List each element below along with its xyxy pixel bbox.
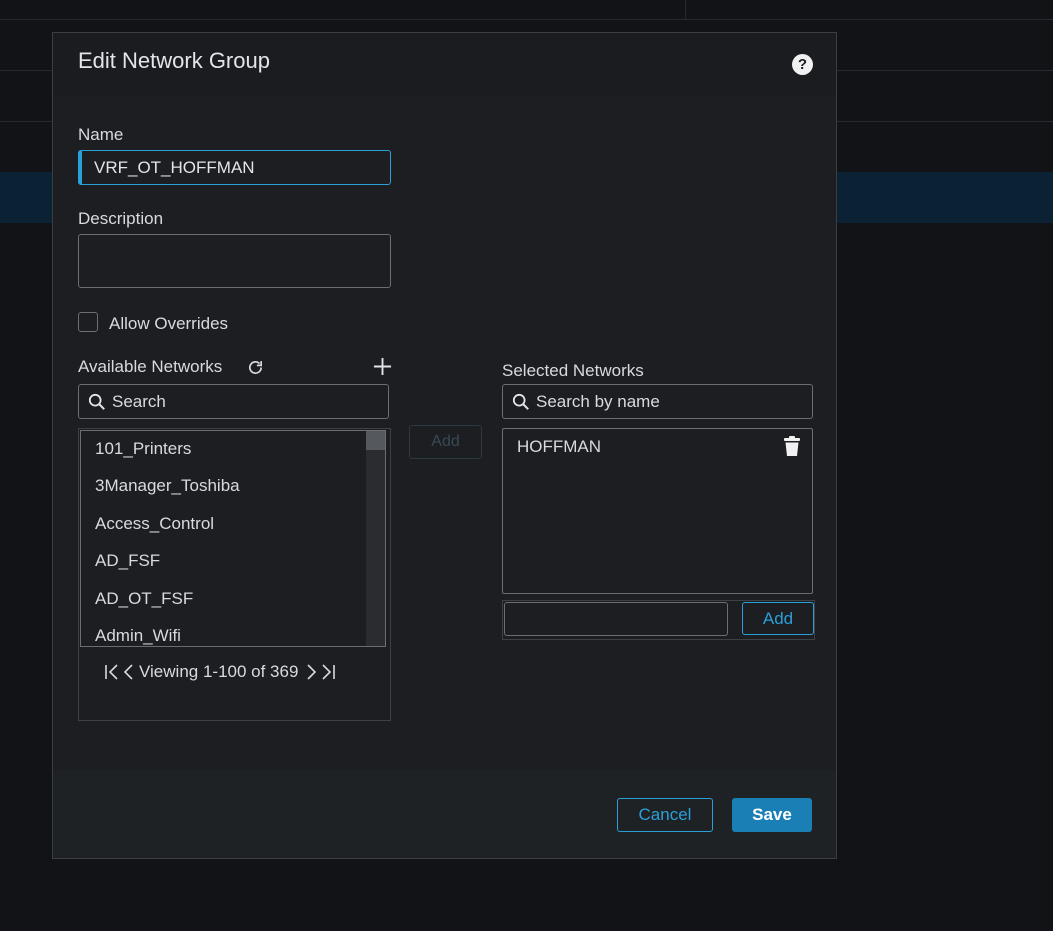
list-item[interactable]: AD_FSF	[95, 551, 160, 571]
dialog-footer: Cancel Save	[53, 770, 836, 858]
next-page-icon[interactable]	[304, 662, 318, 682]
search-icon	[88, 393, 105, 410]
last-page-icon[interactable]	[318, 662, 336, 682]
refresh-icon[interactable]	[245, 357, 265, 377]
selected-networks-label: Selected Networks	[502, 361, 644, 380]
available-networks-list: 101_Printers 3Manager_Toshiba Access_Con…	[80, 430, 386, 647]
selected-networks-search[interactable]	[502, 384, 813, 419]
available-networks-search[interactable]	[78, 384, 389, 419]
scrollbar-thumb[interactable]	[366, 431, 385, 450]
selected-networks-list: HOFFMAN	[502, 428, 813, 594]
help-icon[interactable]: ?	[792, 54, 813, 75]
name-label: Name	[78, 125, 124, 144]
available-networks-label: Available Networks	[78, 357, 223, 376]
allow-overrides-checkbox[interactable]	[78, 312, 98, 332]
pagination: Viewing 1-100 of 369	[104, 662, 336, 682]
add-to-selected-button[interactable]: Add	[409, 425, 482, 459]
name-input[interactable]	[78, 150, 391, 185]
selected-list-item: HOFFMAN	[517, 437, 602, 456]
add-network-row: Add	[502, 600, 815, 640]
list-item[interactable]: 3Manager_Toshiba	[95, 476, 240, 496]
description-label: Description	[78, 209, 164, 228]
background-column-divider	[685, 0, 686, 20]
list-item[interactable]: Access_Control	[95, 514, 214, 534]
selected-search-input[interactable]	[536, 391, 812, 412]
list-scrollbar[interactable]	[366, 431, 385, 646]
trash-icon[interactable]	[783, 436, 801, 457]
allow-overrides-label: Allow Overrides	[109, 314, 229, 333]
background-divider	[0, 19, 1053, 20]
pagination-status: Viewing 1-100 of 369	[139, 662, 299, 681]
add-button[interactable]: Add	[742, 602, 814, 635]
dialog-title: Edit Network Group	[78, 48, 270, 73]
save-button[interactable]: Save	[732, 798, 812, 832]
search-icon	[512, 393, 529, 410]
list-item[interactable]: AD_OT_FSF	[95, 589, 193, 609]
available-search-input[interactable]	[112, 391, 388, 412]
list-item[interactable]: 101_Printers	[95, 439, 191, 459]
description-field[interactable]	[78, 234, 391, 288]
available-networks-panel: 101_Printers 3Manager_Toshiba Access_Con…	[78, 428, 391, 721]
cancel-button[interactable]: Cancel	[617, 798, 713, 832]
add-network-input[interactable]	[504, 602, 728, 636]
edit-network-group-dialog: Edit Network Group ? Name Description Al…	[52, 32, 837, 859]
first-page-icon[interactable]	[104, 662, 122, 682]
plus-icon[interactable]	[371, 355, 393, 377]
dialog-header: Edit Network Group ?	[53, 33, 836, 97]
list-item[interactable]: Admin_Wifi	[95, 626, 181, 646]
previous-page-icon[interactable]	[122, 662, 136, 682]
